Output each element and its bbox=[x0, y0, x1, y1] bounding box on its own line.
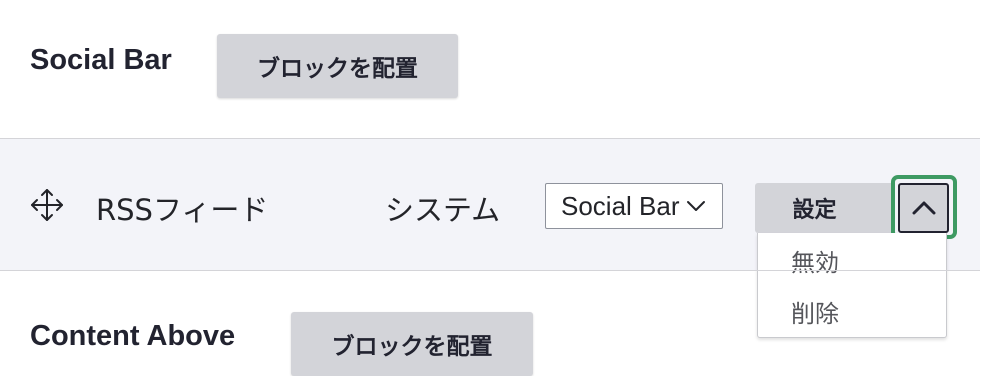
region-title: Content Above bbox=[30, 320, 236, 352]
region-select-value: Social Bar bbox=[561, 190, 680, 221]
block-category: システム bbox=[385, 193, 501, 227]
region-select[interactable]: Social Bar bbox=[545, 183, 723, 229]
block-name: RSSフィード bbox=[96, 193, 269, 227]
operations-toggle-button[interactable] bbox=[898, 183, 949, 233]
chevron-up-icon bbox=[912, 201, 936, 215]
menu-item-delete[interactable]: 削除 bbox=[791, 294, 839, 329]
place-block-button[interactable]: ブロックを配置 bbox=[217, 34, 458, 98]
operations-dropdown-menu: 無効 削除 bbox=[757, 233, 947, 338]
configure-button[interactable]: 設定 bbox=[755, 183, 892, 233]
place-block-button[interactable]: ブロックを配置 bbox=[291, 312, 533, 376]
menu-item-disable[interactable]: 無効 bbox=[791, 243, 839, 278]
region-title: Social Bar bbox=[30, 44, 172, 76]
chevron-down-icon bbox=[686, 196, 706, 216]
move-arrows-icon[interactable] bbox=[28, 186, 66, 224]
divider bbox=[0, 270, 980, 271]
